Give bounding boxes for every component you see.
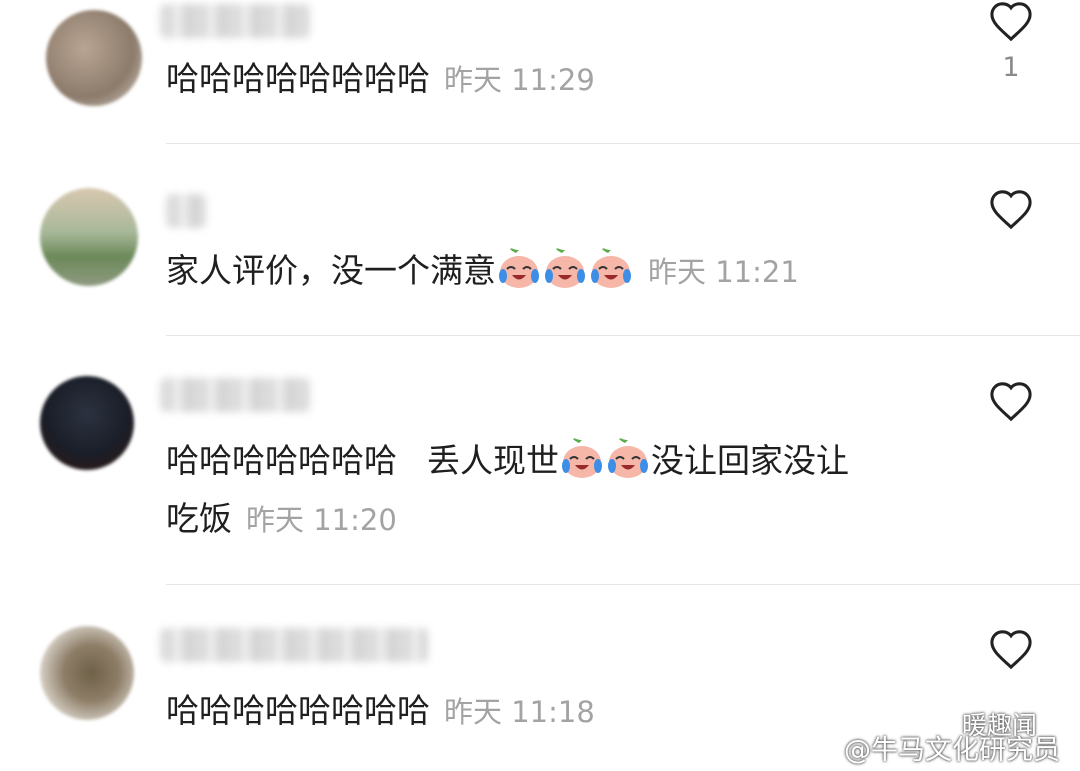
weibo-watermark: @牛马文化研究员 bbox=[804, 728, 1060, 767]
heart-icon[interactable] bbox=[988, 188, 1034, 230]
comment-text: 哈哈哈哈哈哈哈哈 昨天 11:18 bbox=[166, 682, 595, 741]
heart-icon[interactable] bbox=[988, 380, 1034, 422]
heart-icon[interactable] bbox=[988, 0, 1034, 42]
comment-text: 哈哈哈哈哈哈哈 丢人现世 没让回家没让 bbox=[166, 432, 849, 489]
crying-laughing-emoji-icon bbox=[608, 438, 648, 478]
comment-body: 哈哈哈哈哈哈哈哈 bbox=[166, 59, 430, 98]
avatar[interactable] bbox=[40, 188, 138, 286]
username-blurred[interactable] bbox=[160, 4, 310, 38]
crying-laughing-emoji-icon bbox=[545, 248, 585, 288]
crying-laughing-emoji-icon bbox=[499, 248, 539, 288]
heart-icon[interactable] bbox=[988, 628, 1034, 670]
comment-body-part: 哈哈哈哈哈哈哈 bbox=[166, 441, 397, 480]
comment-body: 家人评价，没一个满意 bbox=[166, 251, 496, 290]
crying-laughing-emoji-icon bbox=[591, 248, 631, 288]
comment-time: 昨天 11:21 bbox=[648, 255, 799, 289]
emoji-group bbox=[496, 248, 634, 290]
comment-body-part: 丢人现世 bbox=[427, 441, 559, 480]
comment-body: 哈哈哈哈哈哈哈哈 bbox=[166, 691, 430, 730]
comment-time: 昨天 11:20 bbox=[246, 503, 397, 537]
divider bbox=[166, 584, 1080, 585]
avatar[interactable] bbox=[46, 10, 142, 106]
crying-laughing-emoji-icon bbox=[562, 438, 602, 478]
avatar[interactable] bbox=[40, 376, 134, 470]
divider bbox=[166, 143, 1080, 144]
comment-text: 家人评价，没一个满意 昨天 11:21 bbox=[166, 242, 799, 301]
comment-body-part: 没让回家没让 bbox=[651, 441, 849, 480]
username-blurred[interactable] bbox=[160, 378, 310, 412]
comment-text: 哈哈哈哈哈哈哈哈 昨天 11:29 bbox=[166, 50, 595, 109]
username-blurred[interactable] bbox=[166, 194, 206, 228]
avatar[interactable] bbox=[40, 626, 134, 720]
divider bbox=[166, 335, 1080, 336]
like-count: 1 bbox=[1002, 52, 1020, 83]
comment-time: 昨天 11:29 bbox=[444, 63, 595, 97]
comment-body-part: 吃饭 bbox=[166, 499, 232, 538]
weibo-watermark-text: @牛马文化研究员 bbox=[844, 735, 1060, 766]
weibo-icon bbox=[805, 740, 836, 765]
username-blurred[interactable] bbox=[160, 628, 428, 662]
comment-text-line2: 吃饭 昨天 11:20 bbox=[166, 490, 397, 549]
comment-time: 昨天 11:18 bbox=[444, 695, 595, 729]
